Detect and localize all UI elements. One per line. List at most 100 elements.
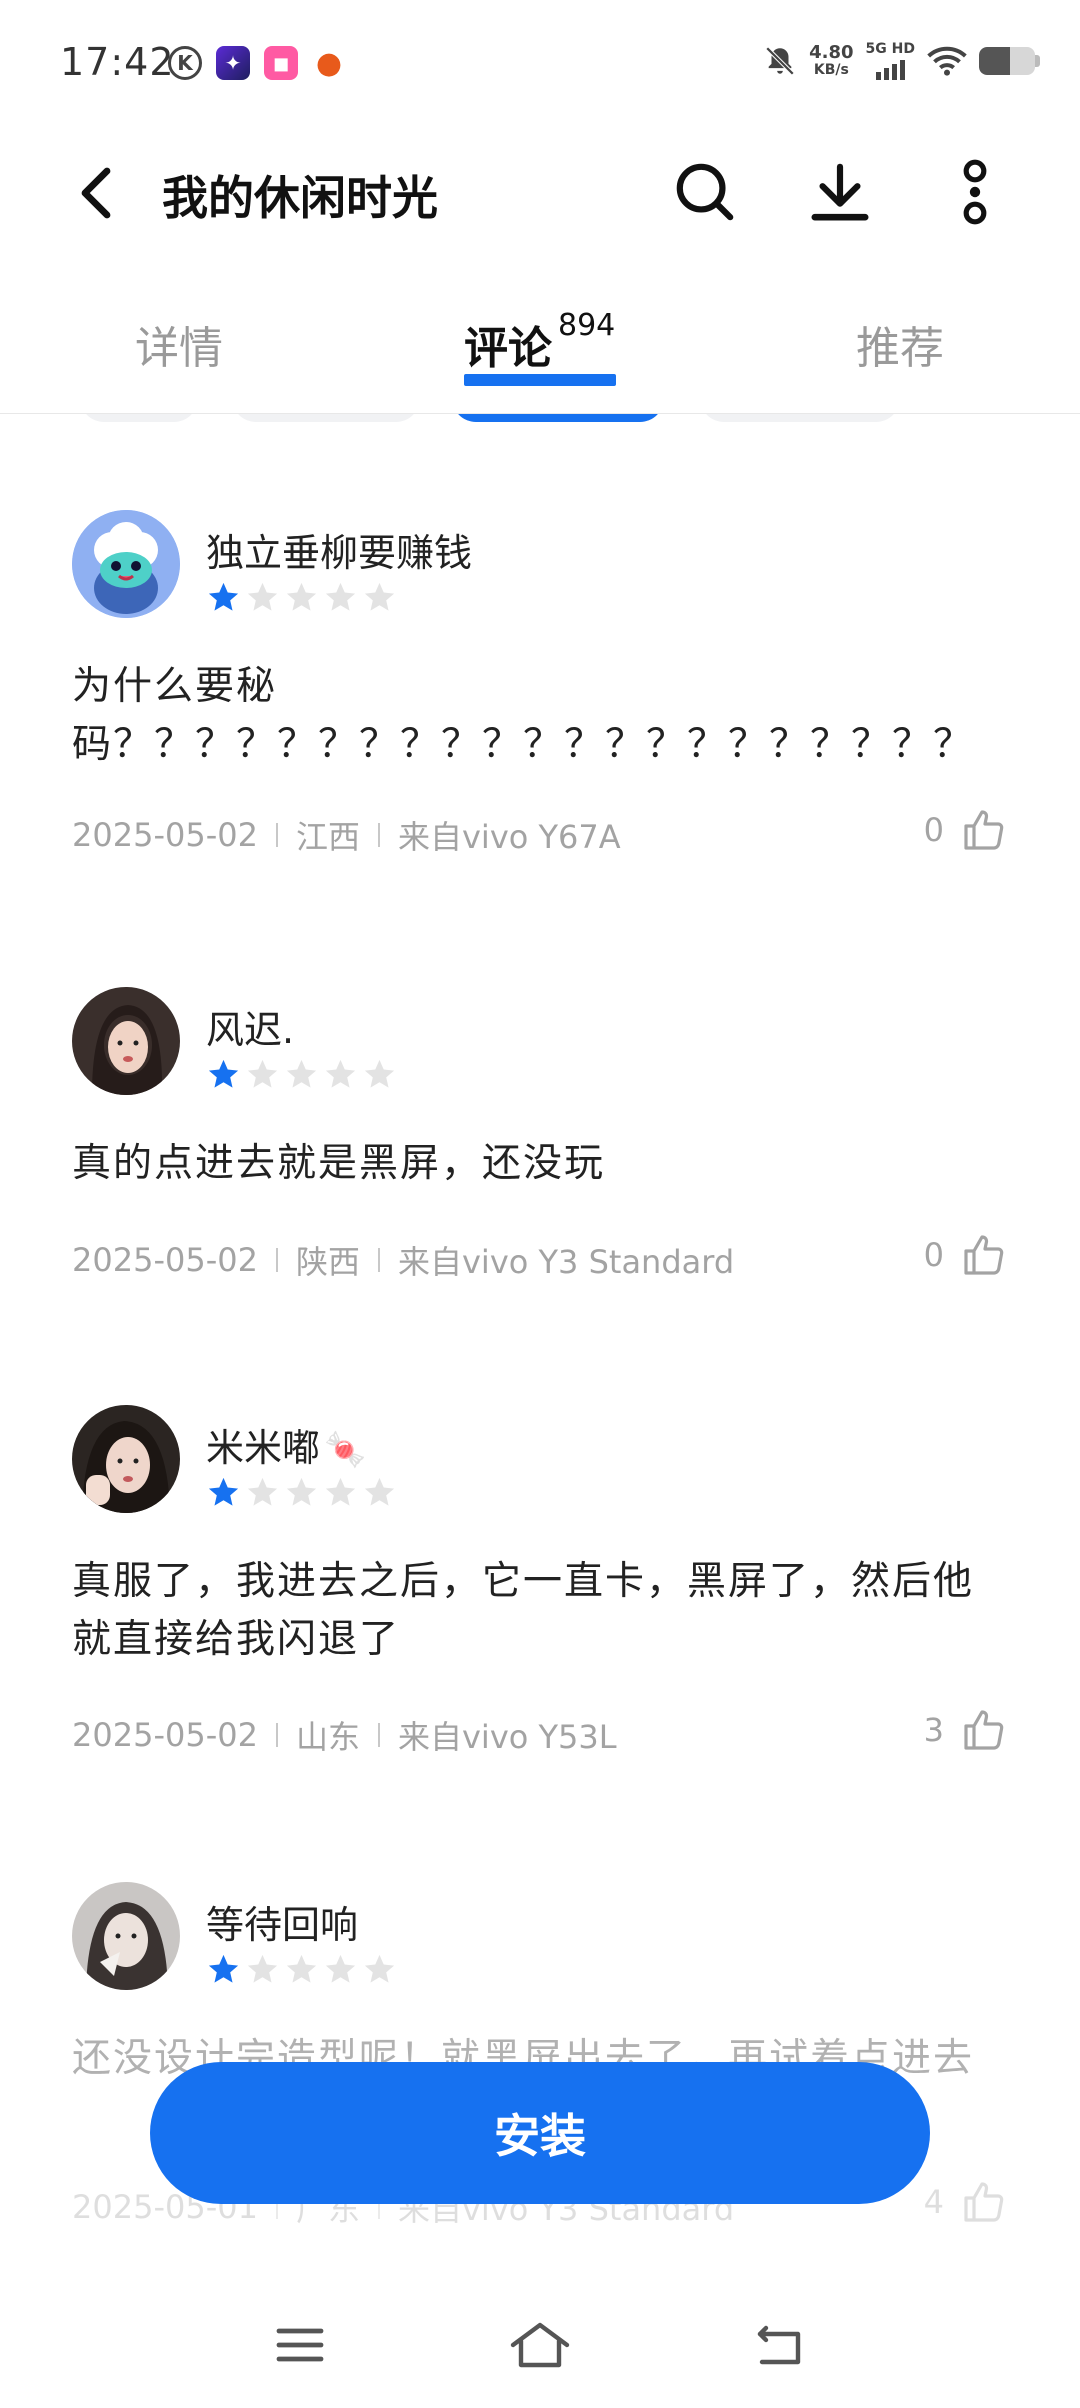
home-button[interactable]	[500, 2310, 580, 2380]
comment-text: 为什么要秘码？？？？？？？？？？？？？？？？？？？？？	[72, 664, 975, 767]
star-empty-icon	[364, 1477, 395, 1506]
comment-item: 米米嘟 🍬 真服了，我进去之后，它一直卡，黑屏了，然后他就直接给我闪退了 2025…	[0, 1405, 1080, 1805]
star-empty-icon	[325, 1059, 356, 1088]
comment-text: 真的点进去就是黑屏，还没玩	[72, 1141, 606, 1186]
comment-username[interactable]: 风迟.	[206, 999, 294, 1054]
thumbs-up-icon	[964, 1235, 1004, 1275]
comment-username[interactable]: 米米嘟 🍬	[206, 1417, 366, 1472]
download-button[interactable]	[800, 152, 880, 232]
more-vertical-icon	[963, 159, 987, 225]
comment-username[interactable]: 等待回响	[206, 1894, 358, 1949]
sim-label: 5G HD	[865, 41, 915, 57]
comment-username[interactable]: 独立垂柳要赚钱	[206, 522, 472, 577]
like-button[interactable]: 0	[924, 1231, 1008, 1279]
comment-username-text: 米米嘟	[206, 1426, 321, 1470]
bell-muted-icon	[765, 46, 795, 76]
like-count: 0	[923, 1236, 944, 1274]
thumbs-up-icon	[964, 810, 1004, 850]
star-empty-icon	[325, 582, 356, 611]
star-empty-icon	[286, 582, 317, 611]
tab-comments-label: 评论	[464, 323, 552, 374]
rating-stars	[206, 580, 397, 615]
comment-region: 江西	[295, 818, 360, 856]
star-filled-icon	[208, 1954, 239, 1983]
comment-meta: 2025-05-02 陕西 来自vivo Y3 Standard	[72, 1237, 734, 1283]
star-filled-icon	[208, 1477, 239, 1506]
avatar[interactable]	[72, 987, 180, 1095]
search-icon	[676, 163, 734, 221]
status-time: 17:42	[60, 40, 175, 84]
comment-text: 真服了，我进去之后，它一直卡，黑屏了，然后他就直接给我闪退了	[72, 1559, 975, 1662]
tab-details[interactable]: 详情	[135, 312, 223, 376]
back-button[interactable]	[60, 158, 130, 228]
like-count: 0	[923, 811, 944, 849]
avatar[interactable]	[72, 510, 180, 618]
thumbs-up-icon	[964, 2182, 1004, 2222]
notification-icons: K ✦ ◼ ●	[168, 45, 346, 81]
comment-device: 来自vivo Y67A	[397, 818, 621, 856]
status-bar: 17:42 K ✦ ◼ ● 4.80 KB/s 5G HD	[0, 0, 1080, 130]
wifi-icon	[927, 46, 967, 76]
home-icon	[510, 2322, 570, 2368]
rating-stars	[206, 1475, 397, 1510]
comment-meta: 2025-05-02 江西 来自vivo Y67A	[72, 812, 621, 858]
star-empty-icon	[364, 1954, 395, 1983]
star-empty-icon	[247, 1954, 278, 1983]
star-filled-icon	[208, 582, 239, 611]
system-back-button[interactable]	[740, 2310, 820, 2380]
pumpkin-app-icon: ●	[315, 45, 343, 81]
search-button[interactable]	[665, 152, 745, 232]
chevron-left-icon	[81, 167, 111, 219]
video-app-icon: ◼	[264, 46, 298, 80]
status-indicators: 4.80 KB/s 5G HD	[763, 42, 1040, 80]
rating-stars	[206, 1952, 397, 1987]
star-filled-icon	[208, 1059, 239, 1088]
like-button[interactable]: 3	[924, 1706, 1008, 1754]
game-app-icon: ✦	[216, 46, 250, 80]
comment-date: 2025-05-02	[72, 1241, 258, 1279]
star-empty-icon	[286, 1059, 317, 1088]
star-empty-icon	[247, 582, 278, 611]
like-count: 3	[923, 1711, 944, 1749]
return-icon	[757, 2325, 801, 2365]
comment-meta: 2025-05-02 山东 来自vivo Y53L	[72, 1712, 617, 1758]
download-icon	[811, 163, 869, 221]
more-options-button[interactable]	[935, 152, 1015, 232]
star-empty-icon	[247, 1059, 278, 1088]
comment-region: 陕西	[295, 1243, 360, 1281]
avatar[interactable]	[72, 1405, 180, 1513]
candy-emoji: 🍬	[324, 1430, 367, 1470]
k-icon: K	[168, 46, 202, 80]
tab-comments[interactable]: 评论 894	[464, 308, 615, 376]
app-header: 我的休闲时光	[0, 130, 1080, 260]
like-count: 4	[923, 2183, 944, 2221]
star-empty-icon	[325, 1954, 356, 1983]
comment-item: 独立垂柳要赚钱 为什么要秘码？？？？？？？？？？？？？？？？？？？？？ 2025…	[0, 510, 1080, 910]
signal-icon	[875, 58, 905, 80]
comment-item: 风迟. 真的点进去就是黑屏，还没玩 2025-05-02 陕西 来自vivo Y…	[0, 987, 1080, 1327]
thumbs-up-icon	[964, 1710, 1004, 1750]
like-button[interactable]: 4	[924, 2178, 1008, 2226]
menu-icon	[276, 2328, 324, 2362]
tab-recommend[interactable]: 推荐	[856, 312, 944, 376]
net-speed: 4.80 KB/s	[809, 42, 854, 79]
recent-apps-button[interactable]	[260, 2310, 340, 2380]
system-nav-bar	[0, 2290, 1080, 2408]
comment-device: 来自vivo Y53L	[397, 1718, 617, 1756]
star-empty-icon	[286, 1477, 317, 1506]
comment-device: 来自vivo Y3 Standard	[397, 1243, 735, 1281]
star-empty-icon	[364, 1059, 395, 1088]
comment-date: 2025-05-02	[72, 816, 258, 854]
net-speed-value: 4.80	[809, 42, 854, 63]
star-empty-icon	[325, 1477, 356, 1506]
install-button[interactable]: 安装	[150, 2062, 930, 2204]
like-button[interactable]: 0	[924, 806, 1008, 854]
battery-level	[979, 47, 1010, 75]
rating-stars	[206, 1057, 397, 1092]
avatar[interactable]	[72, 1882, 180, 1990]
comment-region: 山东	[295, 1718, 360, 1756]
comments-count: 894	[558, 308, 616, 343]
star-empty-icon	[364, 582, 395, 611]
page-title: 我的休闲时光	[162, 171, 438, 225]
star-empty-icon	[247, 1477, 278, 1506]
